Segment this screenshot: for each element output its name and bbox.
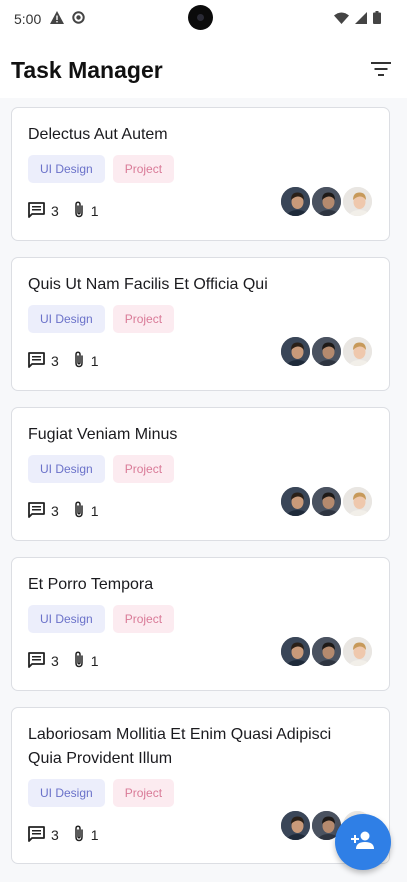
- comment-icon: [28, 201, 51, 221]
- comment-count-value: 3: [51, 503, 59, 519]
- tag-chip[interactable]: UI Design: [28, 305, 105, 333]
- attachment-count-value: 1: [90, 653, 99, 669]
- task-title: Quis Ut Nam Facilis Et Officia Qui: [28, 276, 268, 293]
- task-title: Delectus Aut Autem: [28, 126, 168, 143]
- attachment-icon: [73, 825, 91, 845]
- task-meta: 31: [28, 501, 113, 521]
- battery-icon: [373, 11, 381, 29]
- tag-chip[interactable]: UI Design: [28, 605, 105, 633]
- tag-list: UI Design Project: [28, 779, 175, 807]
- attachment-count: 1: [73, 201, 99, 221]
- avatar[interactable]: [279, 635, 312, 668]
- comment-count: 3: [28, 351, 59, 371]
- task-list[interactable]: Delectus Aut Autem UI Design Project 3 1 Quis…: [0, 98, 407, 882]
- app-bar: Task Manager: [0, 36, 407, 98]
- avatar[interactable]: [279, 485, 312, 518]
- person-add-icon: [351, 830, 375, 855]
- assignee-avatars: [279, 335, 374, 368]
- avatar[interactable]: [341, 185, 374, 218]
- tag-chip[interactable]: Project: [112, 779, 175, 807]
- avatar[interactable]: [279, 809, 312, 842]
- filter-list-icon: [371, 61, 391, 81]
- status-bar: 5:00: [0, 0, 407, 36]
- assignee-avatars: [279, 485, 374, 518]
- assignee-avatars: [279, 635, 374, 668]
- avatar[interactable]: [310, 485, 343, 518]
- task-card[interactable]: Laboriosam Mollitia Et Enim Quasi Adipis…: [11, 707, 390, 864]
- filter-button[interactable]: [369, 59, 393, 83]
- tag-chip[interactable]: Project: [112, 455, 175, 483]
- comment-count: 3: [28, 651, 59, 671]
- tag-chip[interactable]: Project: [112, 605, 175, 633]
- page-title: Task Manager: [11, 57, 163, 83]
- avatar[interactable]: [341, 635, 374, 668]
- task-meta: 31: [28, 825, 113, 845]
- comment-count: 3: [28, 825, 59, 845]
- comment-icon: [28, 651, 51, 671]
- signal-icon: [355, 11, 367, 29]
- attachment-count: 1: [73, 825, 99, 845]
- tag-list: UI Design Project: [28, 455, 175, 483]
- attachment-count: 1: [73, 651, 99, 671]
- comment-count: 3: [28, 501, 59, 521]
- comment-count-value: 3: [51, 827, 59, 843]
- tag-chip[interactable]: UI Design: [28, 455, 105, 483]
- assignee-avatars: [279, 185, 374, 218]
- comment-count-value: 3: [51, 353, 59, 369]
- attachment-count-value: 1: [90, 827, 99, 843]
- tag-chip[interactable]: Project: [112, 305, 175, 333]
- comment-count: 3: [28, 201, 59, 221]
- status-left-icons: [50, 11, 85, 29]
- avatar[interactable]: [279, 335, 312, 368]
- task-card[interactable]: Et Porro Tempora UI Design Project 3 1: [11, 557, 390, 691]
- task-title: Laboriosam Mollitia Et Enim Quasi Adipis…: [28, 726, 332, 767]
- task-meta: 31: [28, 201, 113, 221]
- task-card[interactable]: Quis Ut Nam Facilis Et Officia Qui UI Des…: [11, 257, 390, 391]
- avatar[interactable]: [310, 635, 343, 668]
- tag-list: UI Design Project: [28, 155, 175, 183]
- wifi-icon: [334, 11, 349, 29]
- warning-icon: [50, 11, 64, 29]
- attachment-count: 1: [73, 501, 99, 521]
- avatar[interactable]: [341, 485, 374, 518]
- status-time: 5:00: [14, 11, 42, 27]
- attachment-icon: [73, 501, 91, 521]
- attachment-count-value: 1: [90, 503, 99, 519]
- comment-icon: [28, 501, 51, 521]
- comment-count-value: 3: [51, 203, 59, 219]
- avatar[interactable]: [310, 185, 343, 218]
- add-member-button[interactable]: [335, 814, 391, 870]
- attachment-count: 1: [73, 351, 99, 371]
- task-meta: 31: [28, 651, 113, 671]
- avatar[interactable]: [279, 185, 312, 218]
- task-title: Fugiat Veniam Minus: [28, 426, 178, 443]
- tag-chip[interactable]: Project: [112, 155, 175, 183]
- comment-icon: [28, 825, 51, 845]
- comment-icon: [28, 351, 51, 371]
- attachment-count-value: 1: [90, 203, 99, 219]
- avatar[interactable]: [341, 335, 374, 368]
- attachment-icon: [73, 651, 91, 671]
- task-card[interactable]: Fugiat Veniam Minus UI Design Project 3 1: [11, 407, 390, 541]
- data-saver-icon: [72, 11, 85, 29]
- status-right-icons: [334, 11, 381, 29]
- camera-cutout: [188, 5, 213, 30]
- attachment-count-value: 1: [90, 353, 99, 369]
- comment-count-value: 3: [51, 653, 59, 669]
- avatar[interactable]: [310, 335, 343, 368]
- tag-list: UI Design Project: [28, 605, 175, 633]
- tag-list: UI Design Project: [28, 305, 175, 333]
- attachment-icon: [73, 351, 91, 371]
- attachment-icon: [73, 201, 91, 221]
- task-meta: 31: [28, 351, 113, 371]
- task-card[interactable]: Delectus Aut Autem UI Design Project 3 1: [11, 107, 390, 241]
- task-title: Et Porro Tempora: [28, 576, 154, 593]
- tag-chip[interactable]: UI Design: [28, 779, 105, 807]
- tag-chip[interactable]: UI Design: [28, 155, 105, 183]
